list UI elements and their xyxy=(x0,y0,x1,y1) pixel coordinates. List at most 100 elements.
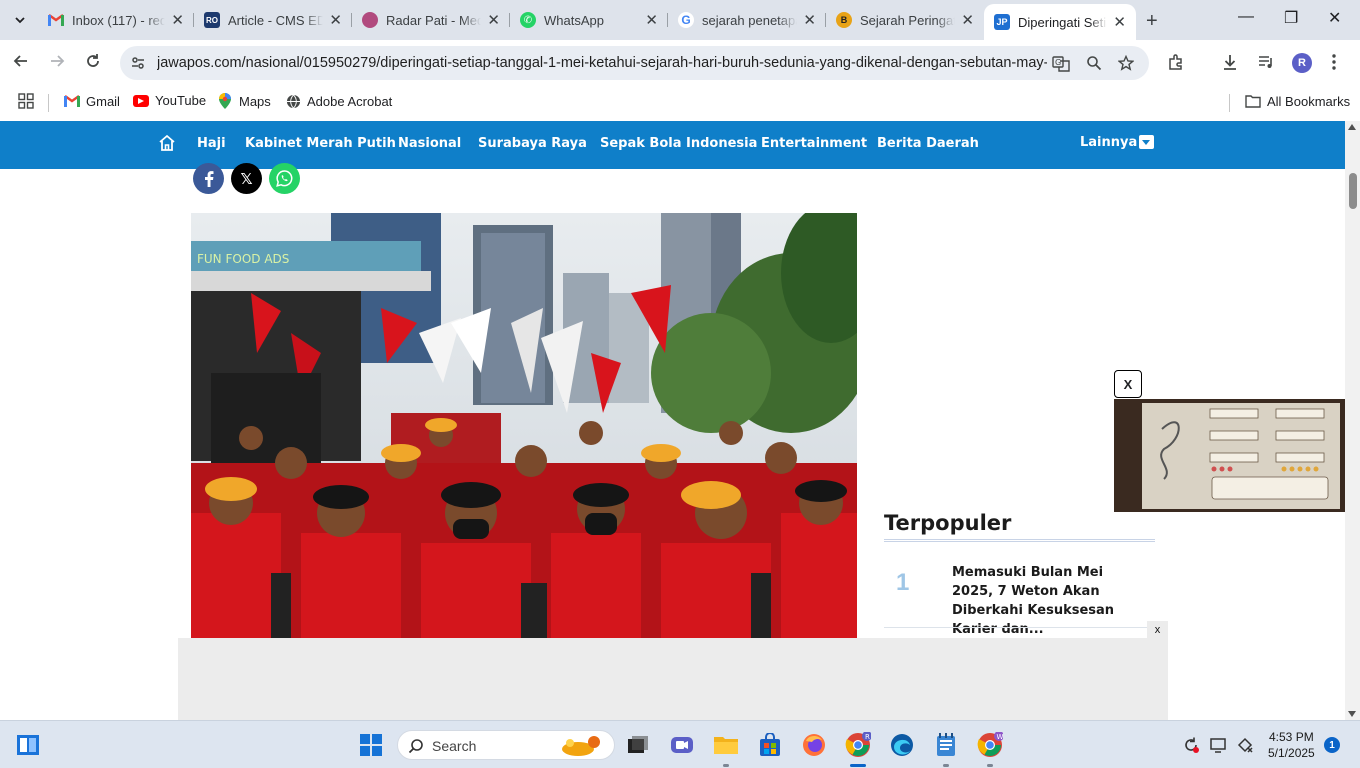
floating-ad-zodiac[interactable] xyxy=(1114,399,1345,512)
notepad-app[interactable] xyxy=(932,731,960,767)
caret-down-icon[interactable] xyxy=(1139,135,1154,149)
network-tray-icon[interactable] xyxy=(1231,731,1259,759)
cms-icon: RO xyxy=(204,12,220,28)
bitcoin-site-icon: B xyxy=(836,12,852,28)
new-tab-button[interactable]: + xyxy=(1146,10,1158,33)
tab-title: sejarah penetapa xyxy=(702,12,798,28)
sync-tray-icon[interactable] xyxy=(1177,731,1205,759)
divider xyxy=(1229,94,1230,112)
nav-surabaya-raya[interactable]: Surabaya Raya xyxy=(478,136,587,151)
restore-button[interactable]: ❐ xyxy=(1284,8,1298,28)
store-app[interactable] xyxy=(756,731,784,759)
minimize-button[interactable]: — xyxy=(1238,8,1254,26)
whatsapp-icon: ✆ xyxy=(520,12,536,28)
all-bookmarks-button[interactable]: All Bookmarks xyxy=(1245,93,1350,109)
home-icon[interactable] xyxy=(158,134,176,157)
nav-kabinet-merah-putih[interactable]: Kabinet Merah Putih xyxy=(245,136,396,151)
share-facebook-button[interactable] xyxy=(193,163,224,194)
svg-text:G: G xyxy=(1055,58,1061,67)
close-window-button[interactable]: ✕ xyxy=(1328,8,1341,28)
tab-google-search[interactable]: G sejarah penetapa ✕ xyxy=(668,6,826,34)
tab-sejarah[interactable]: B Sejarah Peringat ✕ xyxy=(826,6,984,34)
taskbar-search[interactable]: Search xyxy=(397,730,615,760)
bookmark-label: Gmail xyxy=(86,93,120,109)
forward-button[interactable] xyxy=(48,52,66,75)
bookmarks-bar: Gmail YouTube Maps Adobe Acrobat All Boo… xyxy=(0,86,1360,120)
apps-grid-button[interactable] xyxy=(18,93,34,109)
close-tab-icon[interactable]: ✕ xyxy=(645,11,658,29)
reload-button[interactable] xyxy=(84,52,102,75)
nav-berita-daerah[interactable]: Berita Daerah xyxy=(877,136,979,151)
file-explorer-app[interactable] xyxy=(712,731,740,767)
maps-pin-icon xyxy=(217,93,233,109)
svg-text:FUN FOOD ADS: FUN FOOD ADS xyxy=(197,252,289,266)
tab-whatsapp[interactable]: ✆ WhatsApp ✕ xyxy=(510,6,668,34)
close-tab-icon[interactable]: ✕ xyxy=(171,11,184,29)
youtube-icon xyxy=(133,94,149,107)
tab-title: WhatsApp xyxy=(544,12,604,28)
firefox-app[interactable] xyxy=(800,731,828,759)
task-view-button[interactable] xyxy=(624,731,652,759)
share-whatsapp-button[interactable] xyxy=(269,163,300,194)
zoom-icon[interactable] xyxy=(1086,55,1102,75)
profile-avatar[interactable]: R xyxy=(1292,53,1312,73)
translate-icon[interactable]: G xyxy=(1052,55,1070,77)
chevron-down-icon xyxy=(15,17,25,24)
widgets-button[interactable] xyxy=(14,731,42,759)
meet-app[interactable] xyxy=(668,731,696,759)
close-bottom-ad-button[interactable]: x xyxy=(1147,621,1168,638)
display-tray-icon[interactable] xyxy=(1205,731,1233,759)
close-tab-icon[interactable]: ✕ xyxy=(961,11,974,29)
edge-app[interactable] xyxy=(888,731,916,759)
scrollbar-thumb[interactable] xyxy=(1349,173,1357,209)
notepad-icon xyxy=(937,733,955,756)
scroll-up-arrow-icon[interactable] xyxy=(1348,124,1356,130)
popular-heading: Terpopuler xyxy=(884,511,1012,535)
folder-icon xyxy=(714,737,738,754)
bookmark-star-icon[interactable] xyxy=(1117,54,1135,75)
extensions-icon[interactable] xyxy=(1167,53,1185,76)
site-info-icon[interactable] xyxy=(130,55,146,76)
divider xyxy=(884,627,1155,628)
bookmark-youtube[interactable]: YouTube xyxy=(133,93,206,108)
bookmark-adobe-acrobat[interactable]: Adobe Acrobat xyxy=(285,93,392,109)
bookmark-label: Maps xyxy=(239,93,271,109)
chrome-app[interactable]: R xyxy=(844,731,872,767)
system-clock[interactable]: 4:53 PM 5/1/2025 xyxy=(1268,729,1315,761)
download-icon[interactable] xyxy=(1221,53,1239,76)
media-controls-icon[interactable] xyxy=(1257,53,1275,76)
start-button[interactable] xyxy=(357,731,385,759)
chrome-profile-w-app[interactable]: W xyxy=(976,731,1004,767)
arrow-right-icon xyxy=(51,55,65,67)
bookmark-maps[interactable]: Maps xyxy=(217,93,271,109)
back-button[interactable] xyxy=(12,52,30,75)
search-placeholder: Search xyxy=(432,738,477,754)
url-text[interactable]: jawapos.com/nasional/015950279/diperinga… xyxy=(157,55,1047,71)
bookmark-gmail[interactable]: Gmail xyxy=(64,93,120,109)
nav-nasional[interactable]: Nasional xyxy=(398,136,461,151)
close-tab-icon[interactable]: ✕ xyxy=(487,11,500,29)
share-x-button[interactable]: 𝕏 xyxy=(231,163,262,194)
page-scrollbar[interactable] xyxy=(1345,121,1360,720)
tab-gmail[interactable]: Inbox (117) - red ✕ xyxy=(38,6,194,34)
close-tab-icon[interactable]: ✕ xyxy=(1113,13,1126,31)
nav-entertainment[interactable]: Entertainment xyxy=(761,136,867,151)
nav-haji[interactable]: Haji xyxy=(197,136,226,151)
search-icon xyxy=(408,739,423,754)
tab-jawapos-active[interactable]: JP Diperingati Setia ✕ xyxy=(984,4,1136,40)
clock-time: 4:53 PM xyxy=(1269,730,1314,744)
tab-cms[interactable]: RO Article - CMS ED ✕ xyxy=(194,6,352,34)
notification-badge[interactable]: 1 xyxy=(1324,737,1340,753)
tab-search-button[interactable] xyxy=(6,7,34,33)
close-ad-button[interactable]: X xyxy=(1114,370,1142,398)
scroll-down-arrow-icon[interactable] xyxy=(1348,711,1356,717)
nav-lainnya[interactable]: Lainnya xyxy=(1080,135,1137,150)
menu-kebab-icon[interactable] xyxy=(1331,53,1337,76)
task-view-icon xyxy=(628,736,648,753)
nav-sepak-bola-indonesia[interactable]: Sepak Bola Indonesia xyxy=(600,136,757,151)
address-bar[interactable]: jawapos.com/nasional/015950279/diperinga… xyxy=(120,46,1149,80)
tab-radar-pati[interactable]: Radar Pati - Med ✕ xyxy=(352,6,510,34)
close-tab-icon[interactable]: ✕ xyxy=(803,11,816,29)
close-tab-icon[interactable]: ✕ xyxy=(329,11,342,29)
bottom-banner-ad[interactable] xyxy=(178,638,1168,720)
